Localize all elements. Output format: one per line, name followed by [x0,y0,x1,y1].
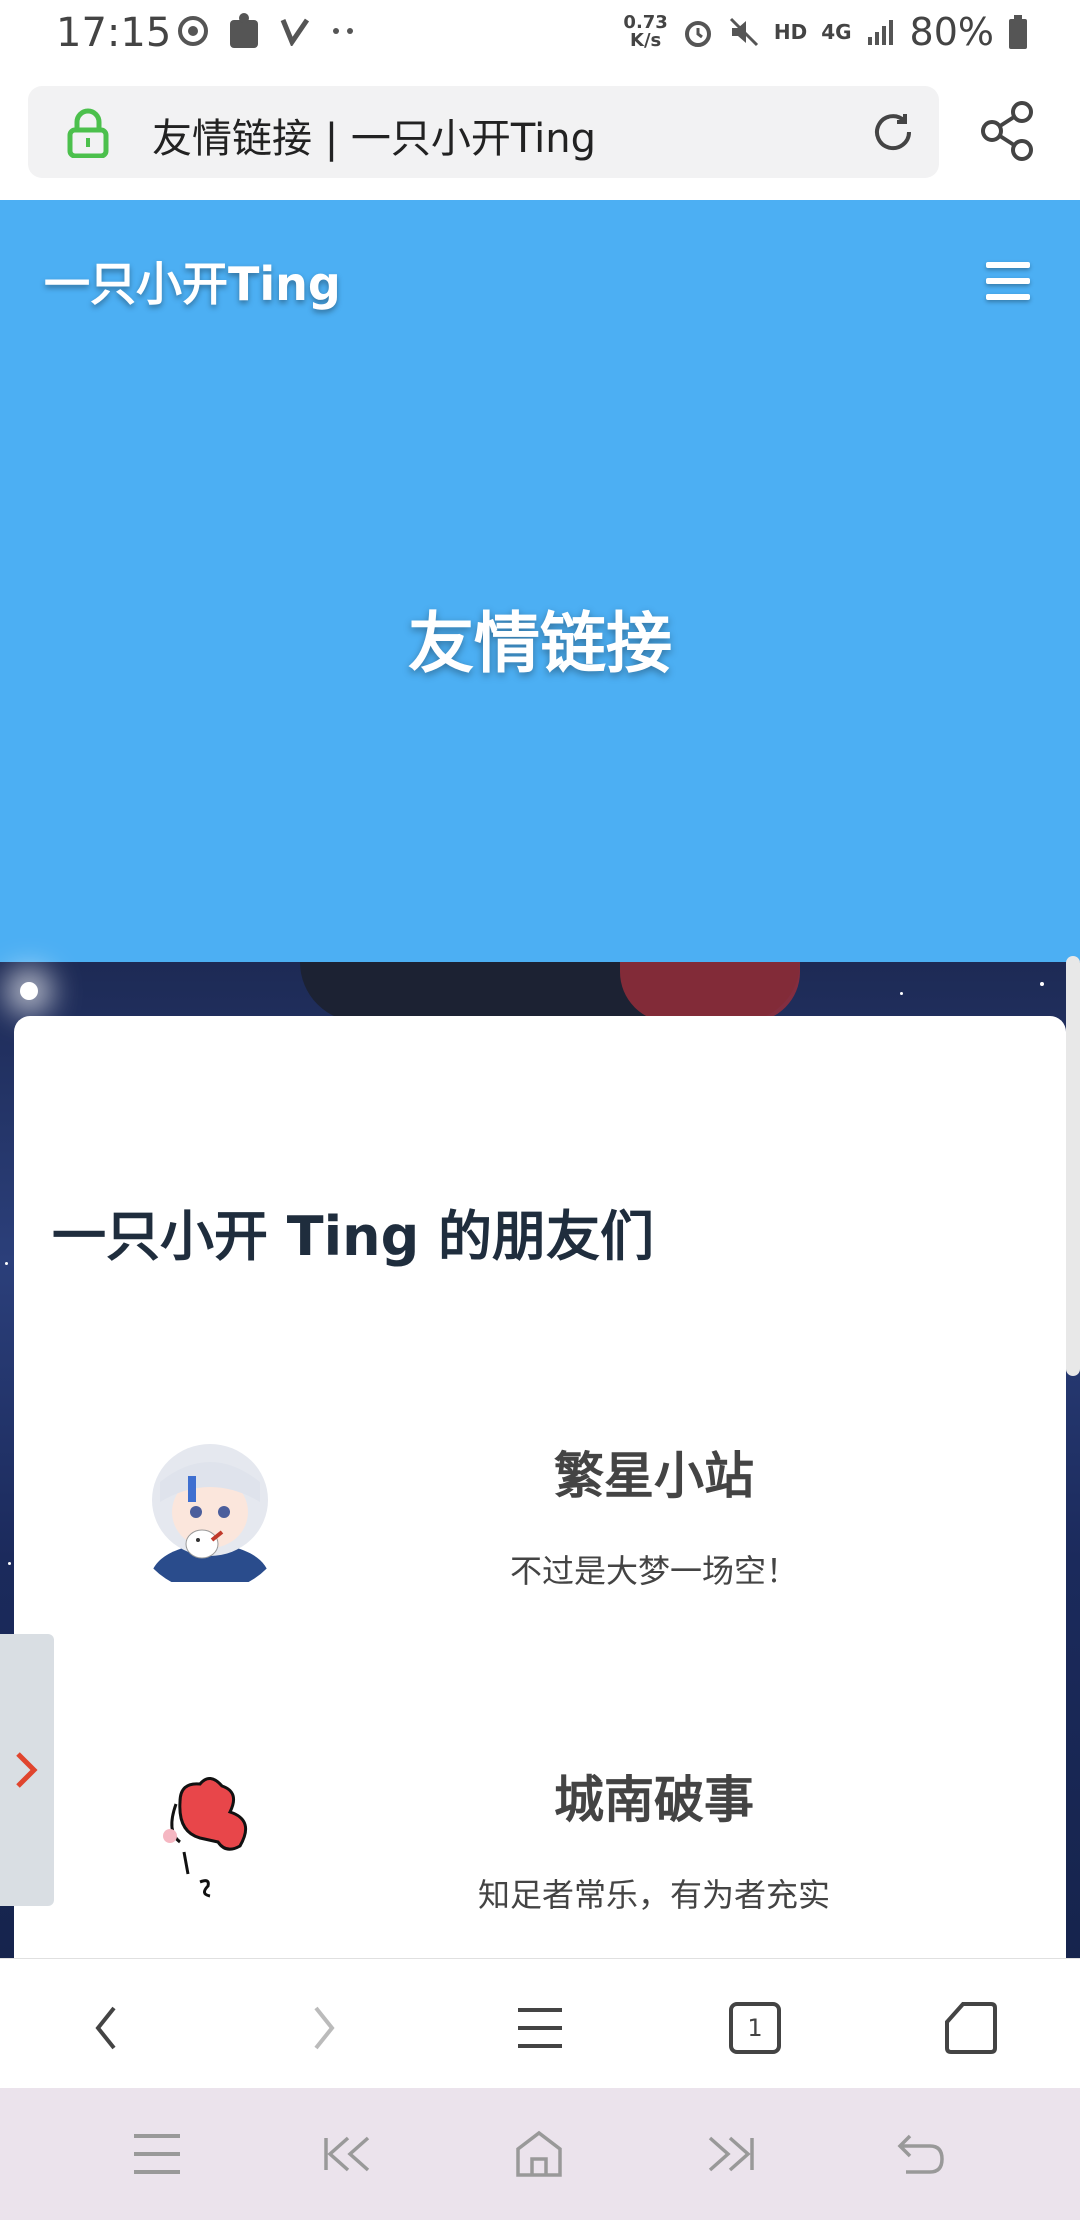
home-button[interactable] [936,1993,1006,2063]
more-notifications-icon [333,28,353,34]
content-card: 一只小开 Ting 的朋友们 繁星小站 不过是大梦一场空！ 城南破事 知足者常乐… [14,1016,1066,2016]
browser-menu-button[interactable] [505,1993,575,2063]
tabs-button[interactable]: 1 [720,1993,790,2063]
page-scrollbar[interactable] [1066,956,1080,1376]
section-heading: 一只小开 Ting 的朋友们 [52,1205,655,1268]
skip-back-button[interactable] [312,2124,382,2184]
chevron-left-icon [95,2006,116,2050]
tab-count: 1 [747,2014,763,2042]
battery-icon [1009,15,1027,49]
mute-icon [729,17,758,47]
forward-button[interactable] [288,1993,358,2063]
back-nav-button[interactable] [886,2124,956,2184]
system-nav-bar [0,2088,1080,2220]
chevron-right-icon [314,2006,335,2050]
hd-label: HD [773,20,808,44]
recent-apps-button[interactable] [122,2124,192,2184]
puzzle-icon [230,13,258,48]
network-speed: 0.73 K/s [623,12,668,51]
chevron-right-icon [16,1752,38,1788]
side-drawer-toggle[interactable] [0,1634,54,1906]
address-bar[interactable]: 友情链接 | 一只小开Ting [28,86,939,178]
page-title: 友情链接 [408,605,672,682]
avatar [130,1432,290,1592]
reload-icon[interactable] [869,108,917,156]
notification-icons [176,12,358,50]
friend-link-name[interactable]: 繁星小站 [344,1436,964,1508]
home-nav-button[interactable] [504,2124,574,2184]
home-icon [516,2130,562,2177]
recent-apps-icon [134,2134,180,2174]
alarm-icon [684,21,711,47]
skip-back-icon [324,2136,370,2172]
friend-link-item[interactable]: 城南破事 知足者常乐，有为者充实 [14,1722,1066,1982]
friend-link-desc: 不过是大梦一场空！ [509,1552,798,1590]
hamburger-menu-icon[interactable] [986,262,1030,300]
avatar [130,1762,290,1922]
skip-forward-button[interactable] [696,2124,766,2184]
home-icon [945,2002,997,2054]
menu-icon [518,2008,562,2048]
url-text[interactable]: 友情链接 | 一只小开Ting [152,106,596,164]
status-right: 0.73 K/s HD 4G 80% [623,10,1028,54]
squirrel-app-icon [178,16,208,46]
signal-icon [867,20,893,45]
battery-percent: 80% [909,10,994,54]
lock-icon [67,108,109,158]
friend-link-name[interactable]: 城南破事 [344,1760,964,1832]
back-arrow-icon [897,2134,944,2174]
hero-header: 一只小开Ting 友情链接 [0,200,1080,962]
network-type: 4G [821,20,852,44]
status-bar: 17:15 0.73 K/s HD 4G 80% [0,0,1080,70]
browser-toolbar: 1 [0,1958,1080,2088]
v-app-icon [280,18,310,46]
site-title[interactable]: 一只小开Ting [44,248,341,314]
friend-link-desc: 知足者常乐，有为者充实 [477,1876,830,1914]
back-button[interactable] [72,1993,142,2063]
skip-forward-icon [708,2136,754,2172]
status-time: 17:15 [56,10,172,56]
friend-link-item[interactable]: 繁星小站 不过是大梦一场空！ [14,1396,1066,1656]
share-icon[interactable] [980,100,1036,162]
